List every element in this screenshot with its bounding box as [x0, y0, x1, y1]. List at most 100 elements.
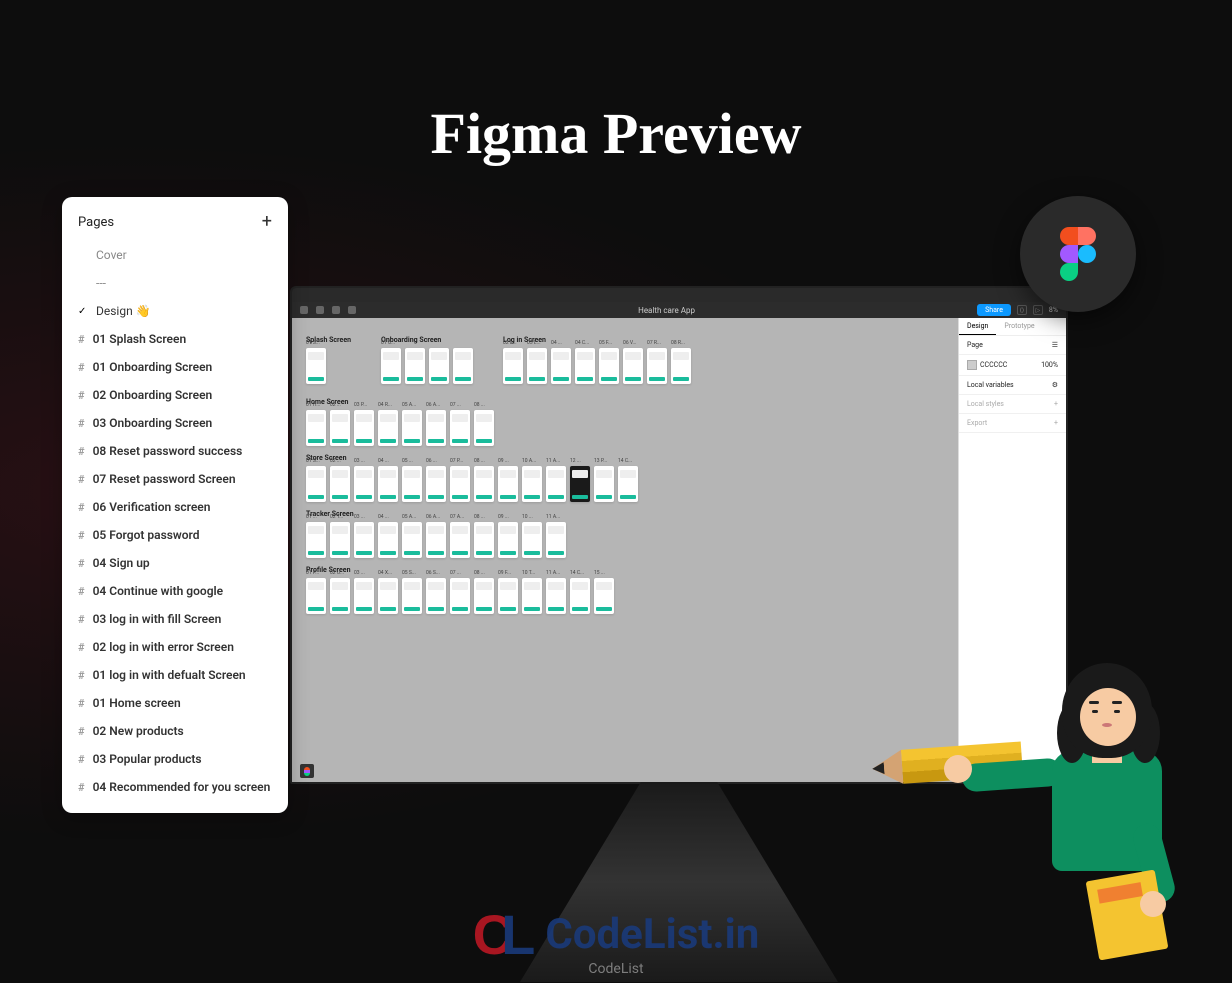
bg-opacity[interactable]: 100% — [1041, 361, 1058, 369]
frame-thumb[interactable]: 05 F... — [599, 348, 619, 384]
frame-thumb[interactable]: 04 ... — [378, 522, 398, 558]
frame-thumb[interactable]: 11 A... — [546, 466, 566, 502]
page-item[interactable]: #03 Onboarding Screen — [62, 409, 288, 437]
page-item[interactable]: #07 Reset password Screen — [62, 465, 288, 493]
frame-thumb[interactable]: 02 ... — [330, 410, 350, 446]
frame-thumb[interactable]: 07 A... — [450, 522, 470, 558]
export-label[interactable]: Export — [967, 419, 987, 427]
frame-thumb[interactable]: 14 C... — [618, 466, 638, 502]
frame-thumb[interactable]: 08 R... — [671, 348, 691, 384]
frame-thumb[interactable]: 07 P... — [450, 466, 470, 502]
frame-thumb[interactable]: 05 A... — [402, 522, 422, 558]
page-item[interactable]: #02 Onboarding Screen — [62, 381, 288, 409]
page-item[interactable]: ✓Design 👋 — [62, 297, 288, 325]
comment-tool-icon[interactable] — [348, 306, 356, 314]
bg-hex[interactable]: CCCCCC — [980, 361, 1007, 369]
add-page-icon[interactable]: + — [262, 213, 272, 231]
frame-thumb[interactable]: 07 R... — [647, 348, 667, 384]
page-item[interactable]: #04 Sign up — [62, 549, 288, 577]
frame-thumb[interactable] — [405, 348, 425, 384]
dev-mode-icon[interactable]: ⟨⟩ — [1017, 305, 1027, 315]
frame-thumb[interactable]: 04 X... — [378, 578, 398, 614]
hand-tool-icon[interactable] — [332, 306, 340, 314]
frame-thumb[interactable]: 04 ... — [551, 348, 571, 384]
frame-thumb[interactable]: 05 A... — [402, 410, 422, 446]
frame-thumb[interactable]: 06 A... — [426, 522, 446, 558]
frame-thumb[interactable]: 12 ... — [570, 466, 590, 502]
frame-thumb[interactable]: 05 S... — [402, 578, 422, 614]
local-styles-label[interactable]: Local styles — [967, 400, 1004, 408]
frame-thumb[interactable]: 01 O... — [381, 348, 401, 384]
tab-prototype[interactable]: Prototype — [996, 318, 1042, 335]
frame-thumb[interactable]: 14 C... — [570, 578, 590, 614]
add-export-icon[interactable]: + — [1054, 419, 1058, 427]
frame-thumb[interactable]: 02 ... — [330, 466, 350, 502]
frame-thumb[interactable]: 01 P... — [306, 578, 326, 614]
frame-thumb[interactable]: 06 S... — [426, 578, 446, 614]
frame-thumb[interactable]: 09 ... — [498, 522, 518, 558]
frame-thumb[interactable]: 03 ... — [354, 466, 374, 502]
page-item[interactable]: #06 Verification screen — [62, 493, 288, 521]
frame-thumb[interactable]: 02 T... — [330, 522, 350, 558]
frame-thumb[interactable]: 01 S... — [306, 466, 326, 502]
frame-thumb[interactable]: 08 ... — [474, 578, 494, 614]
page-item[interactable]: --- — [62, 269, 288, 297]
tab-design[interactable]: Design — [959, 318, 996, 335]
frame-thumb[interactable]: 06 V... — [623, 348, 643, 384]
frame-thumb[interactable]: 03 L... — [527, 348, 547, 384]
frame-thumb[interactable]: 08 ... — [474, 466, 494, 502]
frame-thumb[interactable]: 06 ... — [426, 466, 446, 502]
frame-thumb[interactable]: 04 ... — [378, 466, 398, 502]
figma-corner-icon[interactable] — [300, 764, 314, 778]
present-icon[interactable]: ▷ — [1033, 305, 1043, 315]
frame-thumb[interactable]: 09 ... — [498, 466, 518, 502]
frame-thumb[interactable] — [429, 348, 449, 384]
frame-thumb[interactable]: 07 ... — [450, 410, 470, 446]
frame-thumb[interactable]: 10 A... — [522, 466, 542, 502]
page-item[interactable]: #03 log in with fill Screen — [62, 605, 288, 633]
frame-thumb[interactable]: 07 ... — [450, 578, 470, 614]
page-item[interactable]: #01 Onboarding Screen — [62, 353, 288, 381]
frame-thumb[interactable]: 02 L... — [503, 348, 523, 384]
page-item[interactable]: #02 log in with error Screen — [62, 633, 288, 661]
frame-thumb[interactable]: 01 H... — [306, 410, 326, 446]
frame-thumb[interactable]: 02 U... — [330, 578, 350, 614]
frame-thumb[interactable]: 11 A... — [546, 522, 566, 558]
add-style-icon[interactable]: + — [1054, 400, 1058, 408]
document-title[interactable]: Health care App — [638, 306, 695, 315]
frame-thumb[interactable]: 03 P... — [354, 410, 374, 446]
frame-thumb[interactable]: 10 T... — [522, 578, 542, 614]
frame-thumb[interactable]: 11 A... — [546, 578, 566, 614]
frame-thumb[interactable]: 04 R... — [378, 410, 398, 446]
frame-thumb[interactable]: 03 ... — [354, 522, 374, 558]
page-item[interactable]: #04 Continue with google — [62, 577, 288, 605]
page-item[interactable]: #04 Recommended for you screen — [62, 773, 288, 801]
frame-thumb[interactable]: 06 A... — [426, 410, 446, 446]
variables-settings-icon[interactable]: ⚙ — [1052, 381, 1058, 389]
frame-thumb[interactable]: 01 S... — [306, 348, 326, 384]
figma-canvas[interactable]: Splash Screen01 S...Onboarding Screen01 … — [292, 318, 958, 782]
frame-thumb[interactable]: 13 P... — [594, 466, 614, 502]
frame-thumb[interactable]: 05 ... — [402, 466, 422, 502]
move-tool-icon[interactable] — [316, 306, 324, 314]
frame-thumb[interactable]: 04 C... — [575, 348, 595, 384]
share-button[interactable]: Share — [977, 304, 1011, 316]
page-item[interactable]: #01 log in with defualt Screen — [62, 661, 288, 689]
frame-thumb[interactable]: 08 ... — [474, 410, 494, 446]
frame-thumb[interactable]: 03 ... — [354, 578, 374, 614]
page-item[interactable]: #05 Forgot password — [62, 521, 288, 549]
frame-thumb[interactable] — [453, 348, 473, 384]
frame-thumb[interactable]: 08 ... — [474, 522, 494, 558]
local-variables-label[interactable]: Local variables — [967, 381, 1014, 389]
page-item[interactable]: Cover — [62, 241, 288, 269]
page-settings-icon[interactable]: ☰ — [1052, 341, 1058, 349]
frame-thumb[interactable]: 15 ... — [594, 578, 614, 614]
figma-menu-icon[interactable] — [300, 306, 308, 314]
bg-swatch[interactable] — [967, 360, 977, 370]
page-item[interactable]: #08 Reset password success — [62, 437, 288, 465]
page-item[interactable]: #01 Home screen — [62, 689, 288, 717]
frame-thumb[interactable]: 01 ... — [306, 522, 326, 558]
page-item[interactable]: #02 New products — [62, 717, 288, 745]
frame-thumb[interactable]: 10 ... — [522, 522, 542, 558]
page-item[interactable]: #03 Popular products — [62, 745, 288, 773]
